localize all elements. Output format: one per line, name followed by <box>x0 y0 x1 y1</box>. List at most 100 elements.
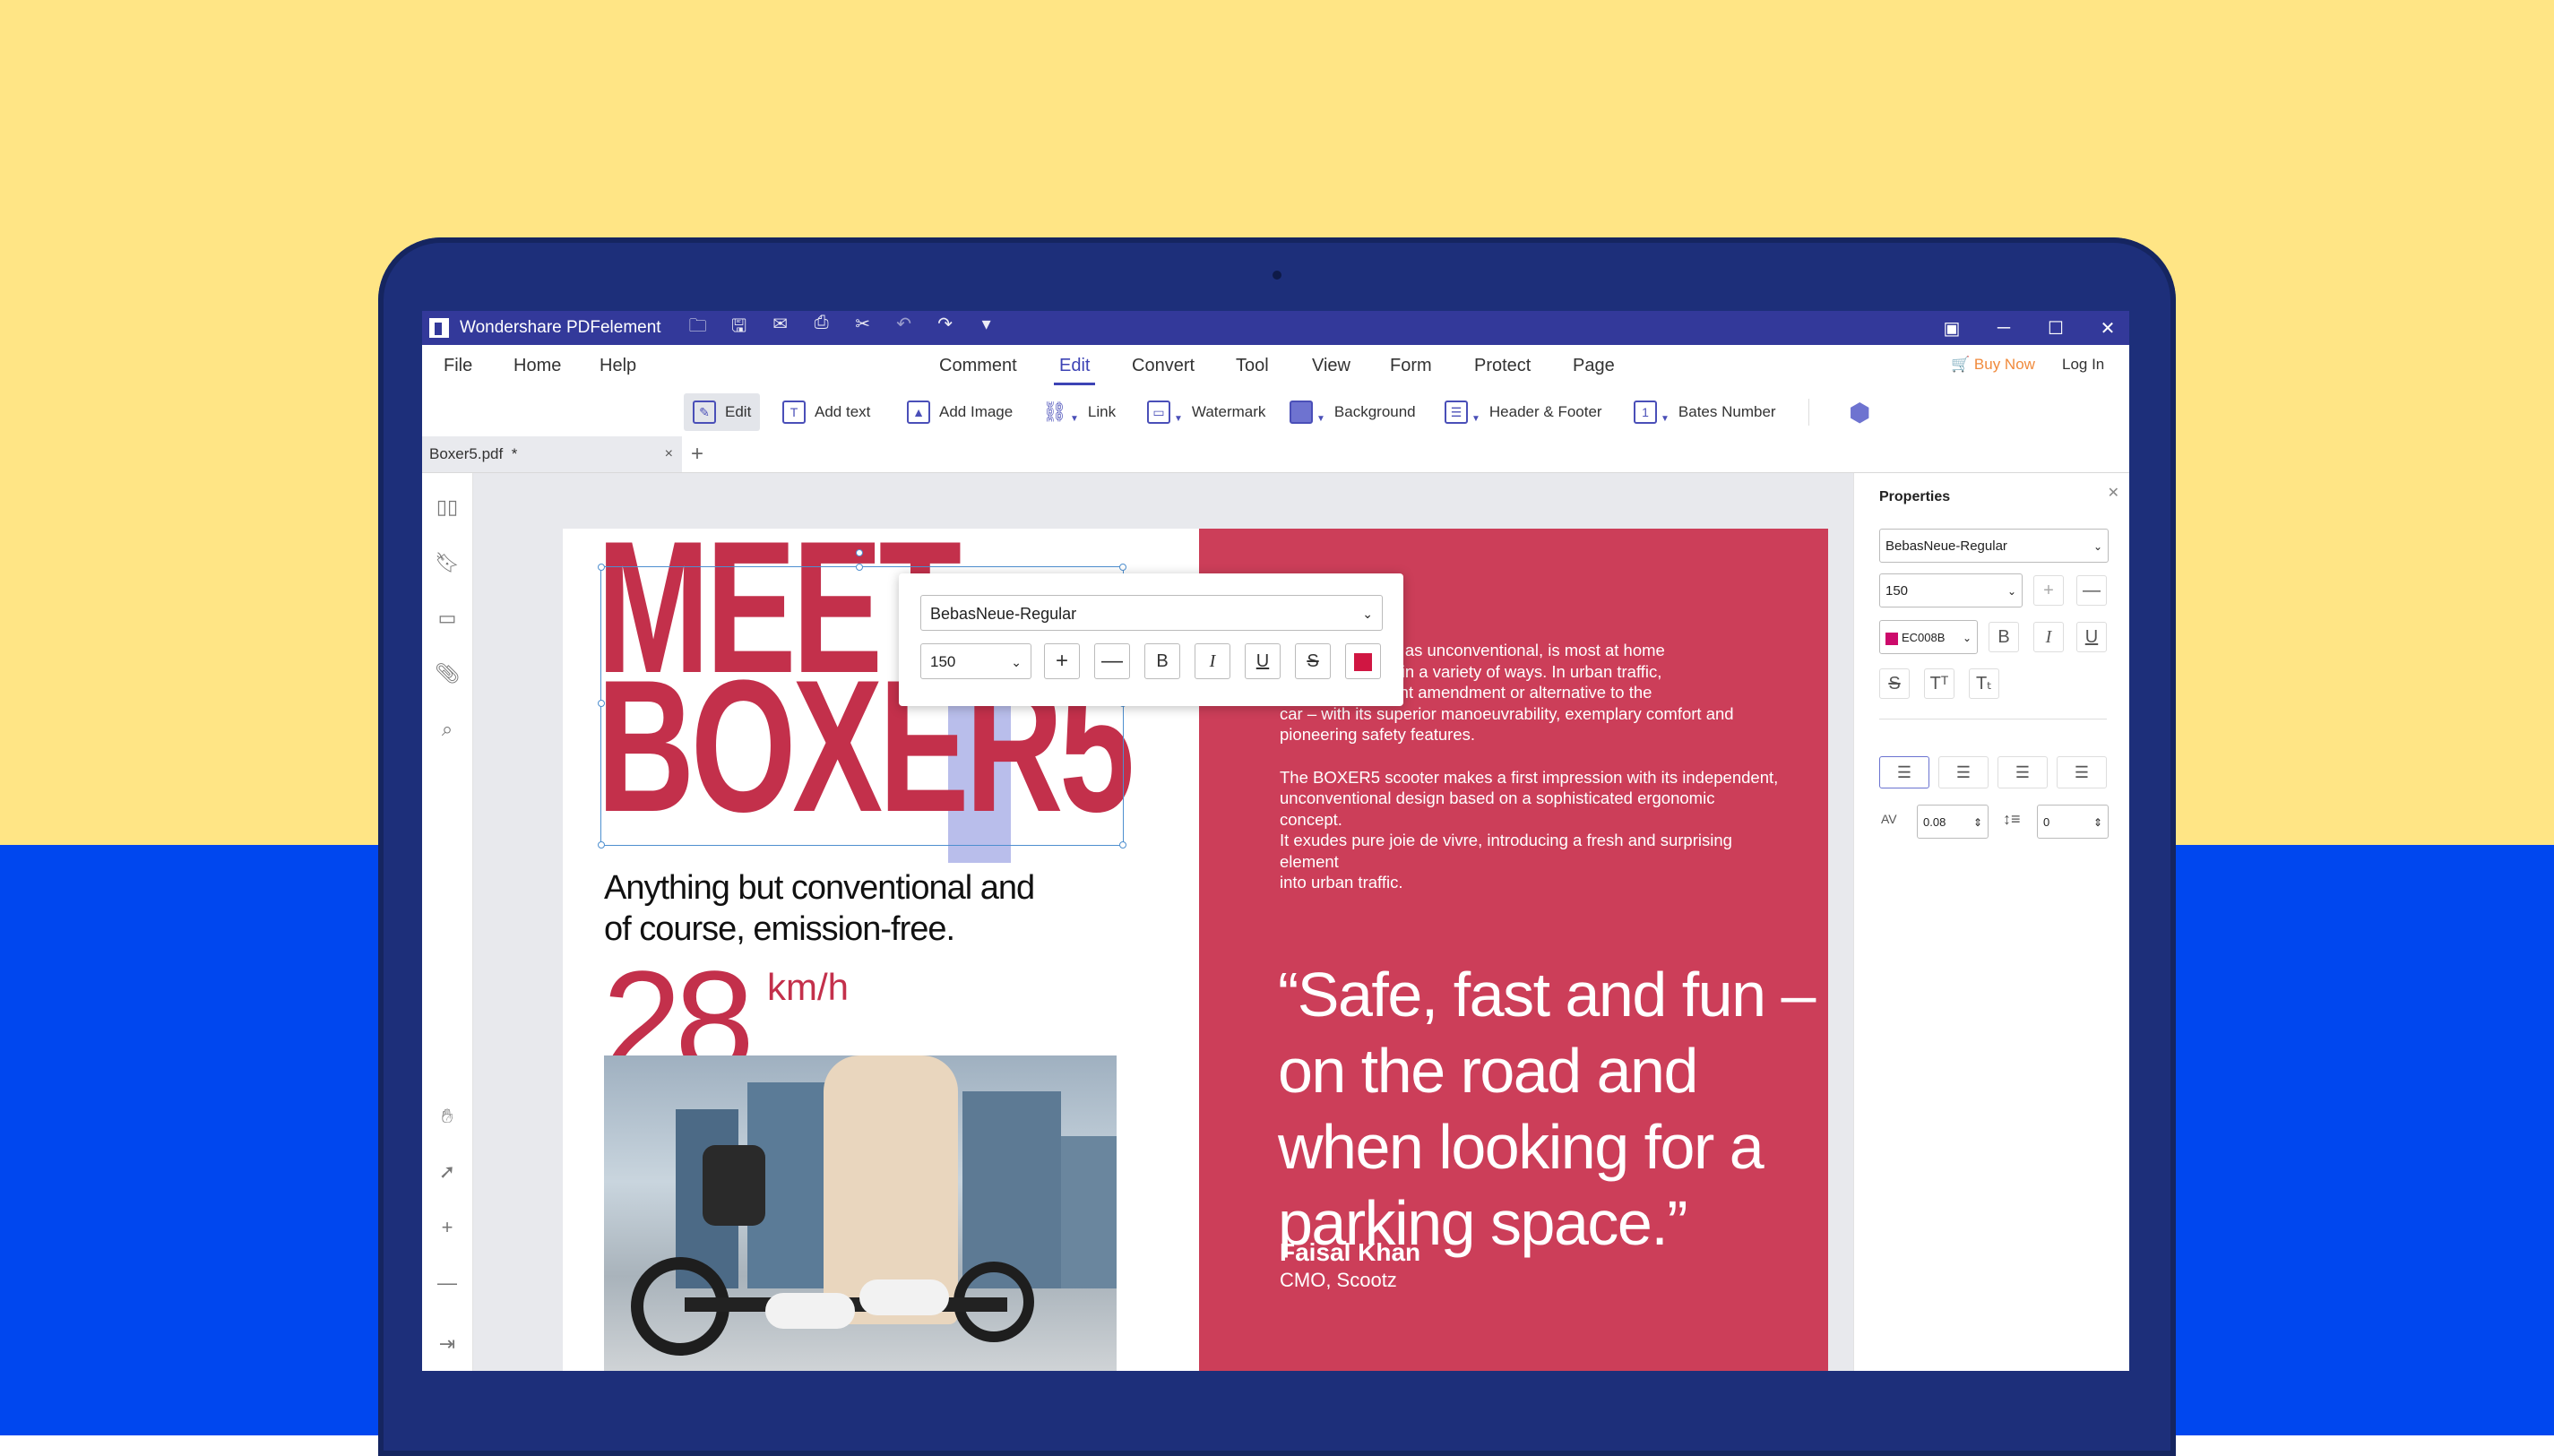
resize-handle[interactable] <box>1119 841 1126 849</box>
scissors-icon[interactable]: ✂ <box>853 313 873 343</box>
increase-size-button[interactable]: + <box>2033 575 2064 606</box>
properties-color-select[interactable]: EC008B ⌄ <box>1879 620 1978 654</box>
bold-button[interactable]: B <box>1989 622 2019 652</box>
maximize-icon[interactable]: ☐ <box>2047 317 2065 340</box>
document-tab[interactable]: Boxer5.pdf * × <box>422 436 682 472</box>
decrease-size-button[interactable]: — <box>1094 643 1130 679</box>
tab-edit[interactable]: Edit <box>1053 356 1097 385</box>
search-icon[interactable]: ⌕ <box>435 717 460 742</box>
align-justify-button[interactable]: ☰ <box>2057 756 2107 788</box>
watermark-button[interactable]: ▭ ▼ Watermark <box>1138 393 1274 431</box>
add-text-button[interactable]: T Add text <box>773 393 879 431</box>
photo-bag <box>703 1145 765 1226</box>
select-icon[interactable]: ➚ <box>435 1159 460 1185</box>
strikethrough-button[interactable]: S <box>1879 668 1910 699</box>
fit-page-icon[interactable]: ⇥ <box>435 1331 460 1357</box>
add-tab-button[interactable]: + <box>691 442 703 467</box>
underline-button[interactable]: U <box>1245 643 1281 679</box>
font-size-select[interactable]: 150 ⌄ <box>920 643 1031 679</box>
attachment-icon[interactable]: 📎︎ <box>435 661 460 686</box>
buy-now-label: Buy Now <box>1973 356 2035 373</box>
line-spacing-value: 0 <box>2043 815 2050 829</box>
bold-button[interactable]: B <box>1144 643 1180 679</box>
floating-font-toolbar: BebasNeue-Regular ⌄ 150 ⌄ + — B I U S <box>899 573 1403 706</box>
line-spacing-input[interactable]: 0 ⇕ <box>2037 805 2109 839</box>
menu-bar: File Home Help Comment Edit Convert Tool… <box>422 345 2129 386</box>
menu-file[interactable]: File <box>444 356 472 376</box>
italic-button[interactable]: I <box>1195 643 1230 679</box>
hand-icon[interactable]: ✋︎ <box>435 1104 460 1129</box>
close-icon[interactable]: ✕ <box>2099 317 2117 340</box>
edit-button[interactable]: ✎ Edit <box>684 393 761 431</box>
undo-icon[interactable]: ↶ <box>894 313 914 343</box>
properties-title: Properties <box>1879 489 1951 504</box>
resize-handle[interactable] <box>856 564 863 571</box>
decrease-size-button[interactable]: — <box>2076 575 2107 606</box>
resize-handle[interactable] <box>1119 564 1126 571</box>
bates-number-button[interactable]: 1 ▼ Bates Number <box>1625 393 1785 431</box>
align-center-button[interactable]: ☰ <box>1938 756 1989 788</box>
resize-handle[interactable] <box>598 700 605 707</box>
char-spacing-input[interactable]: 0.08 ⇕ <box>1917 805 1989 839</box>
increase-size-button[interactable]: + <box>1044 643 1080 679</box>
log-in-button[interactable]: Log In <box>2062 356 2104 374</box>
align-left-button[interactable]: ☰ <box>1879 756 1929 788</box>
text-color-button[interactable] <box>1345 643 1381 679</box>
tab-tool[interactable]: Tool <box>1236 356 1269 376</box>
tab-protect[interactable]: Protect <box>1474 356 1531 376</box>
add-image-button[interactable]: ▲ Add Image <box>898 393 1022 431</box>
tab-page[interactable]: Page <box>1573 356 1615 376</box>
tab-comment[interactable]: Comment <box>939 356 1017 376</box>
dropdown-arrow-icon[interactable]: ▾ <box>977 313 997 343</box>
rotate-handle[interactable] <box>856 549 863 556</box>
print-icon[interactable]: ⎙ <box>812 313 832 343</box>
edit-label: Edit <box>725 403 752 420</box>
menu-help[interactable]: Help <box>600 356 636 376</box>
redo-icon[interactable]: ↷ <box>936 313 955 343</box>
subtitle-text[interactable]: Anything but conventional and of course,… <box>604 867 1035 950</box>
add-text-label: Add text <box>815 403 871 420</box>
zoom-in-icon[interactable]: + <box>435 1215 460 1240</box>
minimize-icon[interactable]: ─ <box>1995 318 2013 339</box>
background-button[interactable]: ▼ Background <box>1281 393 1425 431</box>
bookmark-icon[interactable]: 🔖︎ <box>435 550 460 575</box>
bates-number-label: Bates Number <box>1678 403 1776 420</box>
settings-button[interactable]: ⬢ <box>1840 393 1879 431</box>
resize-handle[interactable] <box>598 564 605 571</box>
superscript-button[interactable]: Tᵀ <box>1924 668 1954 699</box>
author-role[interactable]: CMO, Scootz <box>1280 1269 1397 1292</box>
font-family-select[interactable]: BebasNeue-Regular ⌄ <box>920 595 1383 631</box>
align-right-button[interactable]: ☰ <box>1997 756 2048 788</box>
close-tab-icon[interactable]: × <box>665 446 673 462</box>
close-icon[interactable]: ✕ <box>2108 484 2119 502</box>
char-spacing-value: 0.08 <box>1923 815 1946 829</box>
buy-now-button[interactable]: 🛒 Buy Now <box>1951 356 2035 374</box>
save-icon[interactable]: 🖫 <box>729 313 749 343</box>
notification-icon[interactable]: ▣ <box>1943 317 1961 340</box>
underline-button[interactable]: U <box>2076 622 2107 652</box>
thumbnails-icon[interactable]: ▯▯ <box>435 495 460 520</box>
quote-text[interactable]: “Safe, fast and fun – on the road and wh… <box>1278 957 1816 1262</box>
zoom-out-icon[interactable]: — <box>435 1271 460 1296</box>
subscript-button[interactable]: Tₜ <box>1969 668 1999 699</box>
comment-icon[interactable]: ▭ <box>435 606 460 631</box>
link-button[interactable]: ⛓ ▼ Link <box>1034 393 1125 431</box>
mail-icon[interactable]: ✉ <box>771 313 790 343</box>
scooter-photo[interactable] <box>604 1055 1117 1371</box>
tab-convert[interactable]: Convert <box>1132 356 1195 376</box>
properties-font-select[interactable]: BebasNeue-Regular ⌄ <box>1879 529 2109 563</box>
tab-form[interactable]: Form <box>1390 356 1432 376</box>
resize-handle[interactable] <box>598 841 605 849</box>
header-footer-button[interactable]: ☰ ▼ Header & Footer <box>1436 393 1611 431</box>
laptop-camera <box>1273 271 1281 280</box>
italic-button[interactable]: I <box>2033 622 2064 652</box>
photo-shoe <box>765 1293 855 1329</box>
strikethrough-button[interactable]: S <box>1295 643 1331 679</box>
speed-unit[interactable]: km/h <box>767 966 849 1009</box>
tab-view[interactable]: View <box>1312 356 1350 376</box>
folder-icon[interactable]: 🗀 <box>688 313 708 343</box>
author-name[interactable]: Faisal Khan <box>1280 1238 1420 1267</box>
properties-size-select[interactable]: 150 ⌄ <box>1879 573 2023 607</box>
body-paragraph-2: The BOXER5 scooter makes a first impress… <box>1280 767 1779 892</box>
menu-home[interactable]: Home <box>513 356 561 376</box>
